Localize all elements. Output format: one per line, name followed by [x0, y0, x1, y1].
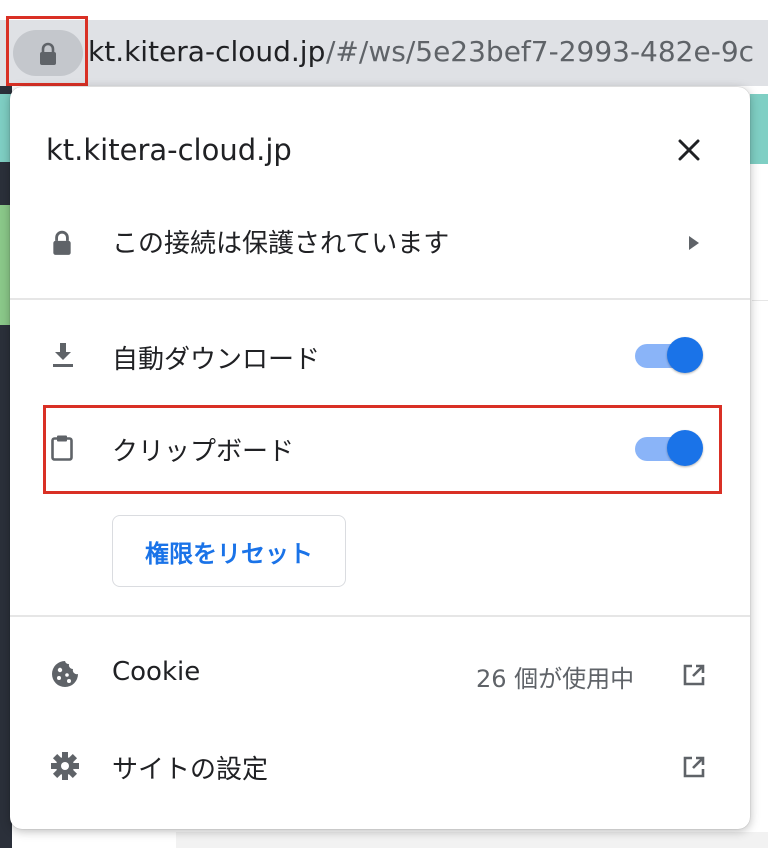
- cookie-row[interactable]: Cookie 26 個が使用中: [10, 643, 750, 705]
- background-page-footer: [176, 832, 768, 848]
- close-icon: [678, 139, 700, 161]
- cookie-status: 26 個が使用中: [476, 665, 635, 693]
- site-settings-label: サイトの設定: [112, 755, 269, 785]
- close-button[interactable]: [672, 133, 706, 167]
- cookie-label: Cookie: [112, 657, 201, 687]
- divider: [10, 298, 750, 300]
- site-info-popup: kt.kitera-cloud.jp この接続は保護されています 自動ダウンロー…: [10, 87, 750, 829]
- open-external-icon: [683, 756, 705, 778]
- reset-permissions-button[interactable]: 権限をリセット: [112, 515, 346, 587]
- connection-label: この接続は保護されています: [112, 229, 450, 259]
- permission-label: 自動ダウンロード: [112, 345, 321, 375]
- highlight-box-clipboard: [43, 405, 722, 494]
- download-icon: [53, 343, 73, 367]
- lock-icon: [53, 230, 71, 255]
- highlight-box-lock: [6, 16, 88, 86]
- auto-download-toggle[interactable]: [633, 337, 703, 375]
- divider: [10, 615, 750, 617]
- cookie-icon: [52, 661, 78, 687]
- permission-row-auto-download: 自動ダウンロード: [10, 329, 750, 385]
- site-settings-row[interactable]: サイトの設定: [10, 735, 750, 797]
- open-external-icon: [683, 664, 705, 686]
- gear-icon: [51, 752, 79, 780]
- url-host[interactable]: kt.kitera-cloud.jp: [88, 34, 325, 70]
- background-page-header-right: [750, 94, 768, 164]
- connection-security-row[interactable]: この接続は保護されています: [10, 213, 750, 273]
- url-path[interactable]: /#/ws/5e23bef7-2993-482e-9c: [326, 34, 754, 70]
- toggle-knob: [667, 337, 703, 373]
- chevron-right-icon: [689, 236, 699, 250]
- background-page-divider: [752, 300, 768, 301]
- site-title: kt.kitera-cloud.jp: [46, 133, 292, 167]
- address-bar[interactable]: kt.kitera-cloud.jp /#/ws/5e23bef7-2993-4…: [0, 20, 768, 86]
